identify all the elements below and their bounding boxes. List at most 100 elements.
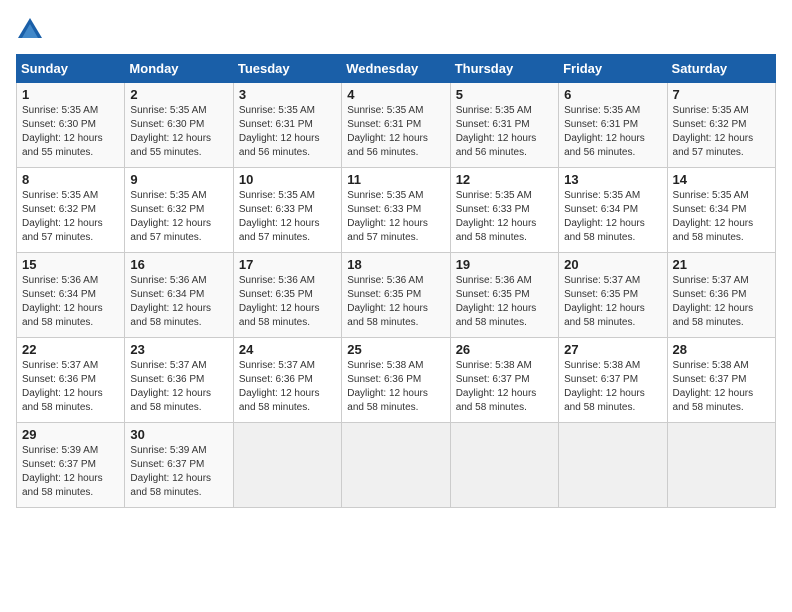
day-info: Sunrise: 5:36 AMSunset: 6:34 PMDaylight:… <box>22 274 119 330</box>
day-info: Sunrise: 5:35 AMSunset: 6:32 PMDaylight:… <box>673 104 770 160</box>
day-info: Sunrise: 5:35 AMSunset: 6:31 PMDaylight:… <box>456 104 553 160</box>
day-info: Sunrise: 5:35 AMSunset: 6:31 PMDaylight:… <box>564 104 661 160</box>
calendar-cell: 9 Sunrise: 5:35 AMSunset: 6:32 PMDaylight… <box>125 168 233 253</box>
calendar-cell: 12 Sunrise: 5:35 AMSunset: 6:33 PMDayligh… <box>450 168 558 253</box>
day-number: 13 <box>564 172 661 187</box>
day-info: Sunrise: 5:35 AMSunset: 6:33 PMDaylight:… <box>347 189 444 245</box>
calendar-cell: 27 Sunrise: 5:38 AMSunset: 6:37 PMDayligh… <box>559 338 667 423</box>
day-number: 17 <box>239 257 336 272</box>
day-info: Sunrise: 5:35 AMSunset: 6:34 PMDaylight:… <box>673 189 770 245</box>
calendar-cell <box>667 423 775 508</box>
calendar-cell: 25 Sunrise: 5:38 AMSunset: 6:36 PMDayligh… <box>342 338 450 423</box>
calendar-cell: 16 Sunrise: 5:36 AMSunset: 6:34 PMDayligh… <box>125 253 233 338</box>
calendar-cell: 19Sunrise: 5:36 AMSunset: 6:35 PMDayligh… <box>450 253 558 338</box>
calendar-cell: 26Sunrise: 5:38 AMSunset: 6:37 PMDayligh… <box>450 338 558 423</box>
calendar-cell: 11 Sunrise: 5:35 AMSunset: 6:33 PMDayligh… <box>342 168 450 253</box>
calendar-week-row: 22 Sunrise: 5:37 AMSunset: 6:36 PMDayligh… <box>17 338 776 423</box>
calendar-cell: 22 Sunrise: 5:37 AMSunset: 6:36 PMDayligh… <box>17 338 125 423</box>
day-info: Sunrise: 5:37 AMSunset: 6:36 PMDaylight:… <box>22 359 119 415</box>
calendar-cell: 7 Sunrise: 5:35 AMSunset: 6:32 PMDaylight… <box>667 83 775 168</box>
day-info: Sunrise: 5:37 AMSunset: 6:36 PMDaylight:… <box>673 274 770 330</box>
day-info: Sunrise: 5:36 AMSunset: 6:34 PMDaylight:… <box>130 274 227 330</box>
calendar-cell: 24 Sunrise: 5:37 AMSunset: 6:36 PMDayligh… <box>233 338 341 423</box>
calendar-week-row: 15Sunrise: 5:36 AMSunset: 6:34 PMDayligh… <box>17 253 776 338</box>
day-number: 12 <box>456 172 553 187</box>
day-number: 2 <box>130 87 227 102</box>
calendar-cell: 8Sunrise: 5:35 AMSunset: 6:32 PMDaylight… <box>17 168 125 253</box>
day-number: 30 <box>130 427 227 442</box>
day-info: Sunrise: 5:35 AMSunset: 6:33 PMDaylight:… <box>456 189 553 245</box>
calendar-cell: 21 Sunrise: 5:37 AMSunset: 6:36 PMDayligh… <box>667 253 775 338</box>
day-info: Sunrise: 5:36 AMSunset: 6:35 PMDaylight:… <box>347 274 444 330</box>
day-info: Sunrise: 5:36 AMSunset: 6:35 PMDaylight:… <box>239 274 336 330</box>
calendar-cell <box>450 423 558 508</box>
calendar-cell <box>233 423 341 508</box>
day-number: 21 <box>673 257 770 272</box>
day-of-week-header: Monday <box>125 55 233 83</box>
day-of-week-header: Thursday <box>450 55 558 83</box>
day-number: 11 <box>347 172 444 187</box>
calendar-cell: 20 Sunrise: 5:37 AMSunset: 6:35 PMDayligh… <box>559 253 667 338</box>
day-info: Sunrise: 5:38 AMSunset: 6:37 PMDaylight:… <box>564 359 661 415</box>
calendar-cell: 28Sunrise: 5:38 AMSunset: 6:37 PMDayligh… <box>667 338 775 423</box>
calendar-cell <box>559 423 667 508</box>
day-number: 5 <box>456 87 553 102</box>
day-number: 20 <box>564 257 661 272</box>
day-info: Sunrise: 5:36 AMSunset: 6:35 PMDaylight:… <box>456 274 553 330</box>
logo <box>16 16 48 44</box>
day-info: Sunrise: 5:37 AMSunset: 6:36 PMDaylight:… <box>130 359 227 415</box>
day-number: 7 <box>673 87 770 102</box>
day-number: 16 <box>130 257 227 272</box>
calendar-cell: 13 Sunrise: 5:35 AMSunset: 6:34 PMDayligh… <box>559 168 667 253</box>
day-number: 25 <box>347 342 444 357</box>
day-info: Sunrise: 5:39 AMSunset: 6:37 PMDaylight:… <box>22 444 119 500</box>
day-info: Sunrise: 5:35 AMSunset: 6:31 PMDaylight:… <box>347 104 444 160</box>
calendar-cell: 4 Sunrise: 5:35 AMSunset: 6:31 PMDaylight… <box>342 83 450 168</box>
calendar-week-row: 29 Sunrise: 5:39 AMSunset: 6:37 PMDayligh… <box>17 423 776 508</box>
calendar-table: SundayMondayTuesdayWednesdayThursdayFrid… <box>16 54 776 508</box>
calendar-cell: 30Sunrise: 5:39 AMSunset: 6:37 PMDayligh… <box>125 423 233 508</box>
day-info: Sunrise: 5:35 AMSunset: 6:32 PMDaylight:… <box>130 189 227 245</box>
day-info: Sunrise: 5:35 AMSunset: 6:31 PMDaylight:… <box>239 104 336 160</box>
calendar-cell: 1 Sunrise: 5:35 AMSunset: 6:30 PMDaylight… <box>17 83 125 168</box>
day-number: 10 <box>239 172 336 187</box>
calendar-header-row: SundayMondayTuesdayWednesdayThursdayFrid… <box>17 55 776 83</box>
calendar-cell: 15Sunrise: 5:36 AMSunset: 6:34 PMDayligh… <box>17 253 125 338</box>
day-info: Sunrise: 5:35 AMSunset: 6:30 PMDaylight:… <box>130 104 227 160</box>
day-of-week-header: Friday <box>559 55 667 83</box>
calendar-week-row: 8Sunrise: 5:35 AMSunset: 6:32 PMDaylight… <box>17 168 776 253</box>
calendar-week-row: 1 Sunrise: 5:35 AMSunset: 6:30 PMDaylight… <box>17 83 776 168</box>
calendar-cell: 3 Sunrise: 5:35 AMSunset: 6:31 PMDaylight… <box>233 83 341 168</box>
day-number: 4 <box>347 87 444 102</box>
day-number: 28 <box>673 342 770 357</box>
day-info: Sunrise: 5:35 AMSunset: 6:30 PMDaylight:… <box>22 104 119 160</box>
day-number: 9 <box>130 172 227 187</box>
day-number: 22 <box>22 342 119 357</box>
day-info: Sunrise: 5:35 AMSunset: 6:34 PMDaylight:… <box>564 189 661 245</box>
calendar-cell: 2 Sunrise: 5:35 AMSunset: 6:30 PMDaylight… <box>125 83 233 168</box>
day-number: 3 <box>239 87 336 102</box>
calendar-cell: 18Sunrise: 5:36 AMSunset: 6:35 PMDayligh… <box>342 253 450 338</box>
day-info: Sunrise: 5:38 AMSunset: 6:36 PMDaylight:… <box>347 359 444 415</box>
day-of-week-header: Sunday <box>17 55 125 83</box>
day-number: 24 <box>239 342 336 357</box>
day-info: Sunrise: 5:38 AMSunset: 6:37 PMDaylight:… <box>456 359 553 415</box>
day-number: 1 <box>22 87 119 102</box>
calendar-cell: 5 Sunrise: 5:35 AMSunset: 6:31 PMDaylight… <box>450 83 558 168</box>
calendar-cell: 14Sunrise: 5:35 AMSunset: 6:34 PMDayligh… <box>667 168 775 253</box>
day-info: Sunrise: 5:37 AMSunset: 6:36 PMDaylight:… <box>239 359 336 415</box>
calendar-cell: 6 Sunrise: 5:35 AMSunset: 6:31 PMDaylight… <box>559 83 667 168</box>
day-number: 29 <box>22 427 119 442</box>
day-number: 6 <box>564 87 661 102</box>
calendar-body: 1 Sunrise: 5:35 AMSunset: 6:30 PMDaylight… <box>17 83 776 508</box>
day-info: Sunrise: 5:35 AMSunset: 6:33 PMDaylight:… <box>239 189 336 245</box>
day-of-week-header: Saturday <box>667 55 775 83</box>
calendar-cell: 23Sunrise: 5:37 AMSunset: 6:36 PMDayligh… <box>125 338 233 423</box>
logo-icon <box>16 16 44 44</box>
page-header <box>16 16 776 44</box>
day-info: Sunrise: 5:35 AMSunset: 6:32 PMDaylight:… <box>22 189 119 245</box>
day-number: 27 <box>564 342 661 357</box>
calendar-cell <box>342 423 450 508</box>
day-info: Sunrise: 5:37 AMSunset: 6:35 PMDaylight:… <box>564 274 661 330</box>
day-of-week-header: Tuesday <box>233 55 341 83</box>
